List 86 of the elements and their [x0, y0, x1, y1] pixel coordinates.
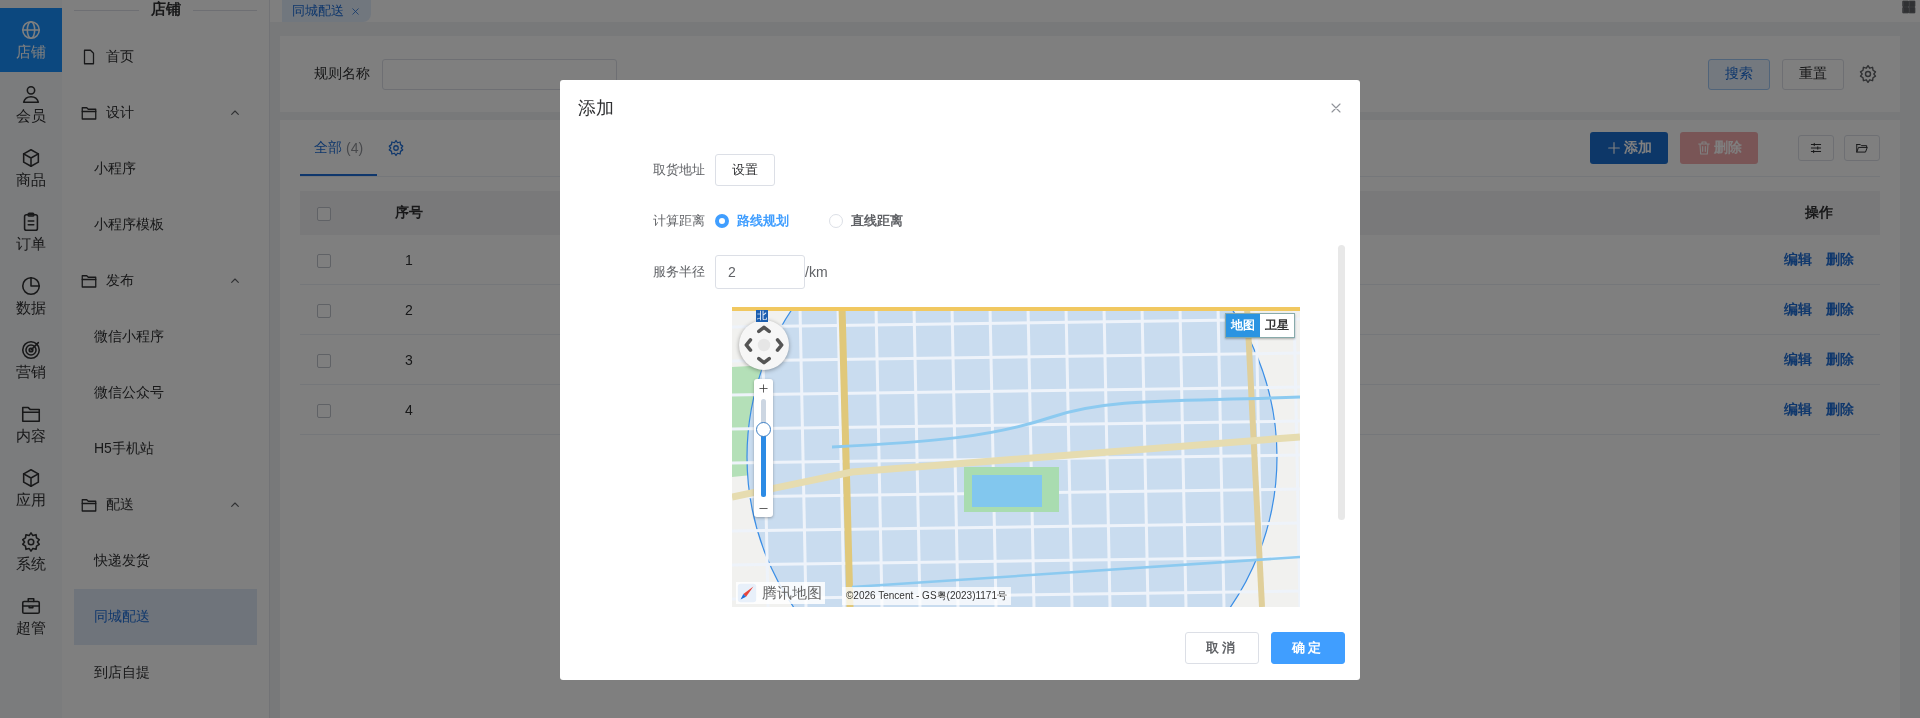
filter-button[interactable] [1798, 135, 1834, 161]
pie-chart-icon [20, 274, 42, 297]
folder-icon [80, 272, 98, 290]
search-button[interactable]: 搜索 [1708, 58, 1770, 90]
sidebar-item[interactable]: H5手机站 [74, 421, 257, 477]
field-label: 服务半径 [652, 263, 705, 281]
cancel-button[interactable]: 取消 [1185, 632, 1259, 664]
rail-item[interactable]: 系统 [0, 520, 62, 584]
unit-label: /km [805, 264, 828, 280]
column-header: 序号 [395, 204, 423, 220]
rail-item[interactable]: 数据 [0, 264, 62, 328]
box-icon [20, 146, 42, 169]
checkbox[interactable] [317, 207, 331, 222]
table-cell: 4 [405, 401, 413, 418]
folder-icon [80, 104, 98, 122]
sidebar-item[interactable]: 同城配送 [74, 589, 257, 645]
radio-option[interactable]: 直线距离 [829, 212, 903, 230]
field-label: 计算距离 [652, 212, 705, 230]
add-button[interactable]: 添加 [1590, 132, 1668, 164]
checkbox[interactable] [317, 403, 331, 418]
sidebar-item[interactable]: 微信公众号 [74, 365, 257, 421]
delete-link[interactable]: 删除 [1826, 250, 1854, 267]
table-cell: 1 [405, 251, 413, 268]
edit-link[interactable]: 编辑 [1784, 300, 1812, 317]
delete-link[interactable]: 删除 [1826, 400, 1854, 417]
table-cell: 3 [405, 351, 413, 368]
settings-icon [20, 530, 42, 553]
settings-icon [1858, 64, 1878, 84]
rail-item[interactable]: 超管 [0, 584, 62, 648]
globe-icon [20, 18, 42, 41]
search-field[interactable] [382, 58, 617, 90]
plus-icon [1606, 140, 1622, 156]
delete-link[interactable]: 删除 [1826, 350, 1854, 367]
checkbox[interactable] [317, 253, 331, 268]
plus-icon [758, 382, 769, 394]
compass-label: 北 [756, 310, 768, 322]
zoom-slider[interactable] [756, 399, 771, 497]
sidebar-group[interactable]: 发布 [74, 253, 257, 309]
grid-icon [1902, 0, 1916, 14]
sidebar-item[interactable]: 微信小程序 [74, 309, 257, 365]
sliders-icon [1809, 141, 1823, 155]
field-label: 规则名称 [314, 65, 370, 83]
radio-option[interactable]: 路线规划 [715, 212, 789, 230]
sidebar-title: 店铺 [150, 0, 181, 19]
confirm-button[interactable]: 确定 [1271, 632, 1345, 664]
page-tab[interactable]: 同城配送 [282, 0, 371, 22]
edit-link[interactable]: 编辑 [1784, 250, 1812, 267]
radius-field[interactable]: 2 [715, 255, 805, 289]
folder-icon [80, 496, 98, 514]
rail-item[interactable]: 内容 [0, 392, 62, 456]
rail-item[interactable]: 营销 [0, 328, 62, 392]
checkbox[interactable] [317, 353, 331, 368]
map-type-tab[interactable]: 卫星 [1260, 314, 1294, 337]
box-icon [20, 466, 42, 489]
set-address-button[interactable]: 设置 [715, 154, 775, 186]
compass-logo-icon [736, 582, 758, 604]
reset-button[interactable]: 重置 [1782, 58, 1844, 90]
edit-link[interactable]: 编辑 [1784, 350, 1812, 367]
dialog-title: 添加 [578, 97, 614, 120]
checkbox[interactable] [317, 303, 331, 318]
sidebar-item[interactable]: 到店自提 [74, 645, 257, 701]
rail-item[interactable]: 店铺 [0, 8, 62, 72]
map-type-tab[interactable]: 地图 [1226, 314, 1260, 337]
edit-link[interactable]: 编辑 [1784, 400, 1812, 417]
delete-link[interactable]: 删除 [1826, 300, 1854, 317]
rail-item[interactable]: 订单 [0, 200, 62, 264]
sidebar-item[interactable]: 快递发货 [74, 533, 257, 589]
sidebar-item[interactable]: 小程序 [74, 141, 257, 197]
sidebar-item[interactable]: 首页 [74, 29, 257, 85]
column-header: 操作 [1805, 204, 1833, 220]
slider-thumb[interactable] [756, 422, 771, 438]
target-icon [20, 338, 42, 361]
rail-item[interactable]: 应用 [0, 456, 62, 520]
map-logo-text: 腾讯地图 [762, 583, 822, 603]
folder-icon [1855, 141, 1869, 155]
sidebar-group[interactable]: 设计 [74, 85, 257, 141]
folder-button[interactable] [1844, 135, 1880, 161]
sidebar-group[interactable]: 配送 [74, 477, 257, 533]
close-icon [350, 5, 361, 17]
sidebar-item[interactable]: 小程序模板 [74, 197, 257, 253]
map-copyright: ©2026 Tencent - GS粤(2023)1171号 [842, 587, 1011, 605]
field-label: 取货地址 [652, 161, 705, 179]
settings-icon [387, 139, 406, 157]
rail-item[interactable]: 商品 [0, 136, 62, 200]
rail-item[interactable]: 会员 [0, 72, 62, 136]
table-cell: 2 [405, 301, 413, 318]
